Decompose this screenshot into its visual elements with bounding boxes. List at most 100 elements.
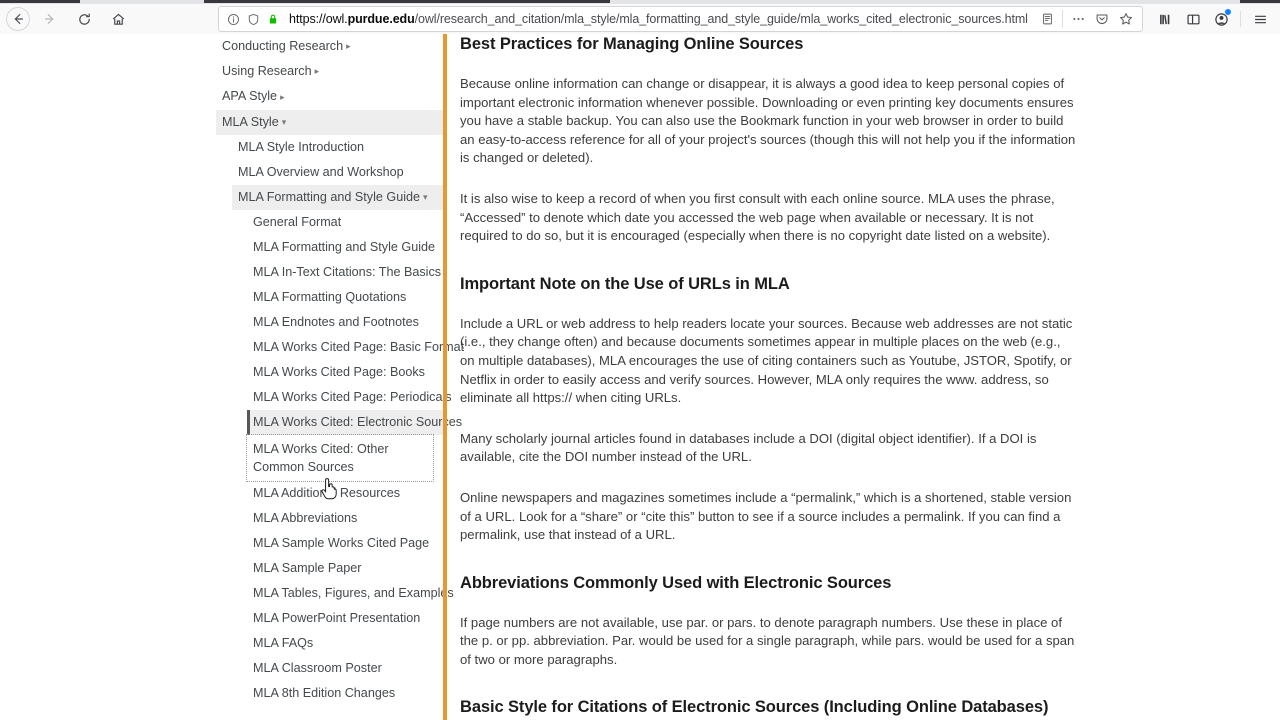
chevron-right-icon	[280, 90, 285, 105]
sidebar-item-label: MLA Abbreviations	[253, 510, 358, 525]
sidebar-item-label: Conducting Research	[222, 39, 344, 53]
sidebar-item-mla-formatting-and-style-guide[interactable]: MLA Formatting and Style Guide	[232, 184, 444, 210]
sidebar-item-label: MLA PowerPoint Presentation	[253, 610, 421, 625]
sidebar-item-mla-additional-resources[interactable]: MLA Additional Resources	[247, 481, 444, 506]
sidebar-item-mla-formatting-quotations[interactable]: MLA Formatting Quotations	[247, 285, 444, 310]
sidebar-item-label: MLA Sample Works Cited Page	[253, 535, 430, 550]
sidebar-item-label: MLA Formatting and Style Guide	[238, 189, 421, 204]
sidebar-item-mla-works-cited-page-books[interactable]: MLA Works Cited Page: Books	[247, 360, 444, 385]
sidebar-item-label: MLA Classroom Poster	[253, 660, 382, 675]
page-viewport: Conducting Research Using Research APA Sty…	[0, 34, 1280, 720]
navigation-toolbar: https://owl.purdue.edu/owl/research_and_…	[0, 4, 1280, 34]
sidebar-item-mla-endnotes-and-footnotes[interactable]: MLA Endnotes and Footnotes	[247, 310, 444, 335]
section-heading: Best Practices for Managing Online Sourc…	[460, 35, 804, 53]
sidebar-item-label: MLA Works Cited: Electronic Sources	[253, 414, 463, 429]
sidebar-item-general-format[interactable]: General Format	[247, 210, 444, 235]
sidebar-item-mla-powerpoint-presentation[interactable]: MLA PowerPoint Presentation	[247, 606, 444, 631]
urlbar-separator	[1062, 10, 1063, 28]
sidebar-item-label: MLA Endnotes and Footnotes	[253, 314, 419, 329]
toolbar-separator	[1240, 11, 1241, 27]
sidebar-item-label: General Format	[253, 214, 342, 229]
sidebar-item-mla-sample-paper[interactable]: MLA Sample Paper	[247, 556, 444, 581]
content-paragraph: Online newspapers and magazines sometime…	[460, 489, 1072, 543]
url-bar[interactable]: https://owl.purdue.edu/owl/research_and_…	[218, 6, 1143, 32]
sidebar-item-mla-faqs[interactable]: MLA FAQs	[247, 631, 444, 656]
sidebar-item-label: MLA Works Cited: Other Common Sources	[253, 441, 389, 474]
forward-arrow-icon	[45, 14, 54, 24]
sidebar-navigation: Conducting Research Using Research APA Sty…	[0, 34, 464, 720]
home-icon	[112, 13, 124, 25]
sidebar-item-label: MLA 8th Edition Changes	[253, 685, 396, 700]
sidebar-item-label: MLA In-Text Citations: The Basics	[253, 264, 442, 279]
sidebar-item-mla-in-text-citations-the-basics[interactable]: MLA In-Text Citations: The Basics	[247, 260, 444, 285]
back-arrow-icon	[14, 14, 23, 24]
sidebar-icon[interactable]	[1179, 6, 1207, 32]
pocket-icon[interactable]	[1090, 8, 1114, 30]
sidebar-item-label: APA Style	[222, 89, 278, 104]
account-avatar-icon[interactable]	[1207, 6, 1235, 32]
sidebar-item-mla-8th-edition-changes[interactable]: MLA 8th Edition Changes	[247, 681, 444, 706]
sidebar-item-mla-style[interactable]: MLA Style	[216, 109, 444, 135]
sidebar-item-mla-overview-and-workshop[interactable]: MLA Overview and Workshop	[232, 160, 444, 185]
sidebar-item-label: MLA Works Cited Page: Books	[253, 364, 425, 379]
home-button[interactable]	[104, 6, 132, 32]
sidebar-item-label: MLA Works Cited Page: Periodicals	[253, 389, 452, 404]
sidebar-item-mla-abbreviations[interactable]: MLA Abbreviations	[247, 506, 444, 531]
tab-strip-segment[interactable]	[0, 0, 80, 3]
sidebar-item-label: MLA Formatting Quotations	[253, 289, 407, 304]
tab-strip-segment[interactable]	[204, 0, 610, 3]
browser-chrome: https://owl.purdue.edu/owl/research_and_…	[0, 0, 1280, 34]
chevron-down-icon	[423, 190, 428, 205]
content-paragraph: Include a URL or web address to help rea…	[460, 315, 1073, 406]
info-icon[interactable]	[223, 9, 243, 29]
toolbar-right-group	[1151, 6, 1280, 32]
main-content: Best Practices for Managing Online Sourc…	[447, 34, 1280, 720]
section-heading: Abbreviations Commonly Used with Electro…	[460, 573, 892, 592]
sidebar-item-label: MLA Style	[222, 114, 279, 129]
sidebar-item-mla-classroom-poster[interactable]: MLA Classroom Poster	[247, 656, 444, 681]
tab-strip-segment[interactable]	[1240, 0, 1280, 3]
content-paragraph: Because online information can change or…	[460, 76, 1076, 166]
reader-view-icon[interactable]	[1035, 8, 1059, 30]
library-icon[interactable]	[1151, 6, 1179, 32]
reload-icon	[78, 12, 90, 25]
sidebar-item-using-research[interactable]: Using Research	[216, 59, 444, 84]
section-heading: Basic Style for Citations of Electronic …	[460, 698, 1049, 717]
sidebar-item-label: MLA Sample Paper	[253, 560, 362, 575]
sidebar-item-mla-sample-works-cited-page[interactable]: MLA Sample Works Cited Page	[247, 531, 444, 556]
sidebar-item-conducting-research[interactable]: Conducting Research	[216, 34, 444, 59]
sidebar-item-mla-style-introduction[interactable]: MLA Style Introduction	[232, 135, 444, 160]
star-icon[interactable]	[1114, 8, 1138, 30]
shield-icon[interactable]	[243, 9, 263, 29]
sidebar-item-mla-tables-figures-and-examples[interactable]: MLA Tables, Figures, and Examples	[247, 581, 454, 606]
sidebar-item-label: MLA Formatting and Style Guide	[253, 239, 436, 254]
lock-icon[interactable]	[263, 9, 283, 29]
sidebar-item-label: MLA Style Introduction	[238, 139, 365, 154]
sidebar-item-apa-style[interactable]: APA Style	[216, 84, 444, 109]
hamburger-menu-icon[interactable]	[1246, 6, 1274, 32]
sidebar-item-mla-works-cited-electronic-sources[interactable]: MLA Works Cited: Electronic Sources	[247, 409, 462, 435]
sidebar-item-label: MLA Overview and Workshop	[238, 164, 404, 179]
url-text[interactable]: https://owl.purdue.edu/owl/research_and_…	[283, 12, 1035, 26]
back-button[interactable]	[6, 7, 30, 31]
content-paragraph: If page numbers are not available, use p…	[460, 614, 1075, 667]
sidebar-item-mla-formatting-and-style-guide[interactable]: MLA Formatting and Style Guide	[247, 235, 444, 260]
chevron-down-icon	[282, 115, 287, 130]
section-heading: Important Note on the Use of URLs in MLA	[460, 274, 790, 293]
content-paragraph: Many scholarly journal articles found in…	[460, 430, 1037, 465]
sidebar-item-mla-works-cited-page-basic-format[interactable]: MLA Works Cited Page: Basic Format	[247, 335, 464, 360]
forward-button[interactable]	[36, 6, 64, 32]
chevron-right-icon	[315, 64, 320, 79]
chevron-right-icon	[346, 39, 351, 54]
sidebar-item-label: MLA Works Cited Page: Basic Format	[253, 339, 465, 354]
sidebar-item-mla-works-cited-other-common-sources[interactable]: MLA Works Cited: Other Common Sources	[246, 433, 434, 482]
content-paragraph: It is also wise to keep a record of when…	[460, 190, 1055, 244]
ellipsis-icon[interactable]	[1066, 8, 1090, 30]
sidebar-item-label: MLA FAQs	[253, 635, 314, 650]
reload-button[interactable]	[70, 6, 98, 32]
account-notification-badge	[1225, 9, 1231, 15]
sidebar-item-label: MLA Tables, Figures, and Examples	[253, 585, 454, 600]
sidebar-item-label: Using Research	[222, 64, 312, 79]
sidebar-item-label: MLA Additional Resources	[253, 485, 401, 500]
sidebar-item-mla-works-cited-page-periodicals[interactable]: MLA Works Cited Page: Periodicals	[247, 385, 452, 410]
